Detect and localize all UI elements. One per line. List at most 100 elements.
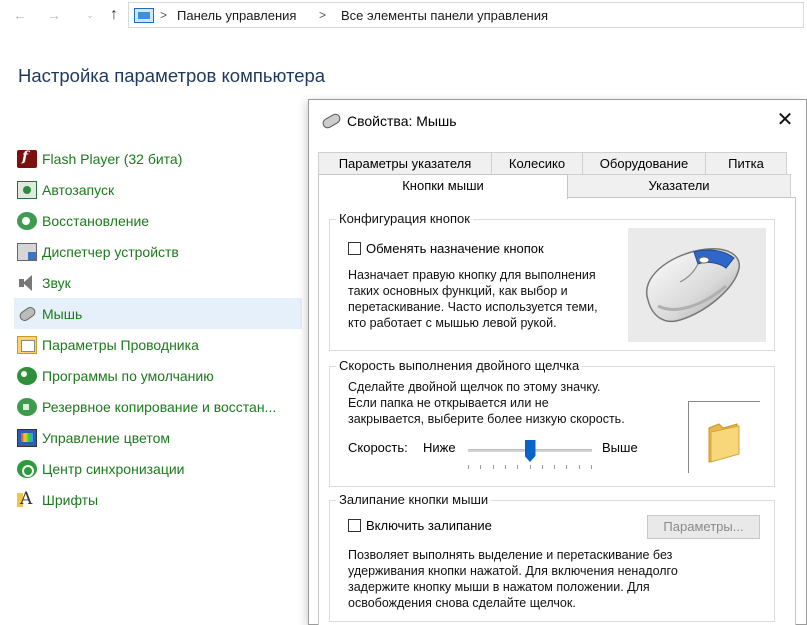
group-click-lock: Залипание кнопки мыши Включить залипание… [329,492,775,622]
cp-item-device-manager[interactable]: Диспетчер устройств [14,236,302,267]
mouse-illustration-svg [645,248,740,322]
cp-item-recovery[interactable]: Восстановление [14,205,302,236]
slider-tick [504,465,506,469]
cp-item-label: Программы по умолчанию [42,367,214,384]
address-bar: ← → ⌄ ↑ > Панель управления > Все элемен… [0,0,807,30]
slider-tick [541,465,543,469]
slider-tick [591,465,592,469]
description-line: Позволяет выполнять выделение и перетаск… [348,548,673,562]
tabs-row-top: Параметры указателя Колесико Оборудовани… [318,152,787,175]
cp-item-label: Параметры Проводника [42,336,199,353]
click-lock-settings-button[interactable]: Параметры... [647,515,760,539]
close-icon[interactable]: ✕ [768,106,802,136]
folder-icon[interactable] [689,402,761,474]
breadcrumb-separator-icon[interactable]: > [319,8,326,22]
cp-item-color-management[interactable]: Управление цветом [14,422,302,453]
cp-item-label: Автозапуск [42,181,115,198]
slider-tick [517,465,519,469]
tab-pointers[interactable]: Указатели [567,174,791,197]
description-line: перетаскивание. Часто используется теми, [348,300,598,314]
cp-item-explorer-options[interactable]: Параметры Проводника [14,329,302,360]
recovery-icon [17,211,37,230]
checkbox-label: Обменять назначение кнопок [366,241,544,256]
slider-tick [529,465,531,469]
fonts-icon [17,489,37,509]
tab-pointer-options[interactable]: Параметры указателя [318,152,492,175]
group-button-config: Конфигурация кнопок Обменять назначение … [329,211,775,351]
breadcrumb-all-items[interactable]: Все элементы панели управления [341,8,548,23]
speed-high-label: Выше [602,440,638,455]
click-lock-checkbox[interactable]: Включить залипание [348,518,492,533]
tab-wheel[interactable]: Колесико [491,152,583,175]
back-arrow-icon[interactable]: ← [10,5,30,25]
cp-item-flash-player[interactable]: Flash Player (32 бита) [14,143,302,174]
slider-tick [468,465,469,469]
color-management-icon [17,428,37,447]
cp-item-label: Flash Player (32 бита) [42,150,183,167]
cp-item-label: Звук [42,274,71,291]
up-arrow-icon[interactable]: ↑ [104,5,124,25]
tab-hardware[interactable]: Оборудование [582,152,706,175]
description-line: освобождения снова сделайте щелчок. [348,596,576,610]
cp-item-sync-center[interactable]: Центр синхронизации [14,453,302,484]
cp-item-backup[interactable]: Резервное копирование и восстан... [14,391,302,422]
checkbox-box[interactable] [348,242,361,255]
backup-icon [17,397,37,416]
button-config-description: Назначает правую кнопку для выполнения т… [348,267,628,331]
mouse-icon [17,305,37,323]
cp-item-default-programs[interactable]: Программы по умолчанию [14,360,302,391]
dialog-title: Свойства: Мышь [347,113,457,129]
speed-slider-ticks [468,465,592,470]
device-manager-icon [17,242,37,261]
checkbox-label: Включить залипание [366,518,492,533]
click-lock-description: Позволяет выполнять выделение и перетаск… [348,547,768,611]
mouse-illustration [628,228,766,342]
control-panel-list: Flash Player (32 бита) Автозапуск Восста… [14,143,302,515]
speaker-icon [17,274,37,292]
description-line: Если папка не открывается или не [348,396,549,410]
slider-tick [492,465,494,469]
test-folder-area[interactable] [688,401,760,473]
tab-power[interactable]: Питка [705,152,787,175]
speed-label: Скорость: [348,440,408,455]
speed-slider-thumb[interactable] [524,440,536,462]
speed-low-label: Ниже [423,440,456,455]
group-title: Скорость выполнения двойного щелчка [336,358,583,373]
control-panel-icon [134,8,154,23]
cp-item-label: Центр синхронизации [42,460,185,477]
breadcrumb-separator-icon[interactable]: > [160,8,167,22]
forward-arrow-icon[interactable]: → [44,5,64,25]
cp-item-label: Восстановление [42,212,150,229]
slider-tick [578,465,580,469]
description-line: таких основных функций, как выбор и [348,284,568,298]
recent-locations-chevron-icon[interactable]: ⌄ [80,5,100,25]
cp-item-label: Мышь [42,305,83,322]
mouse-icon [321,112,341,128]
default-programs-icon [17,366,37,385]
address-field[interactable]: > Панель управления > Все элементы панел… [128,2,804,28]
tabs-row-bottom: Кнопки мыши Указатели [318,174,791,199]
group-title: Залипание кнопки мыши [336,492,492,507]
cp-item-fonts[interactable]: Шрифты [14,484,302,515]
dialog-titlebar[interactable]: Свойства: Мышь ✕ [309,100,806,143]
cp-item-mouse[interactable]: Мышь [14,298,302,329]
tab-buttons[interactable]: Кнопки мыши [318,174,568,199]
swap-buttons-checkbox[interactable]: Обменять назначение кнопок [348,241,544,256]
autoplay-icon [17,180,37,199]
explorer-options-icon [17,335,37,354]
cp-item-label: Резервное копирование и восстан... [42,398,277,415]
description-line: кто работает с мышью левой рукой. [348,316,557,330]
cp-item-autoplay[interactable]: Автозапуск [14,174,302,205]
breadcrumb-control-panel[interactable]: Панель управления [177,8,296,23]
double-click-description: Сделайте двойной щелчок по этому значку.… [348,379,668,427]
checkbox-box[interactable] [348,519,361,532]
description-line: задержите кнопку мыши в нажатом положени… [348,580,650,594]
group-title: Конфигурация кнопок [336,211,473,226]
cp-item-sound[interactable]: Звук [14,267,302,298]
mouse-properties-dialog: Свойства: Мышь ✕ Параметры указателя Кол… [308,99,807,625]
description-line: Назначает правую кнопку для выполнения [348,268,596,282]
sync-center-icon [17,459,37,478]
slider-tick [480,465,482,469]
flash-icon [17,149,37,168]
cp-item-label: Управление цветом [42,429,171,446]
